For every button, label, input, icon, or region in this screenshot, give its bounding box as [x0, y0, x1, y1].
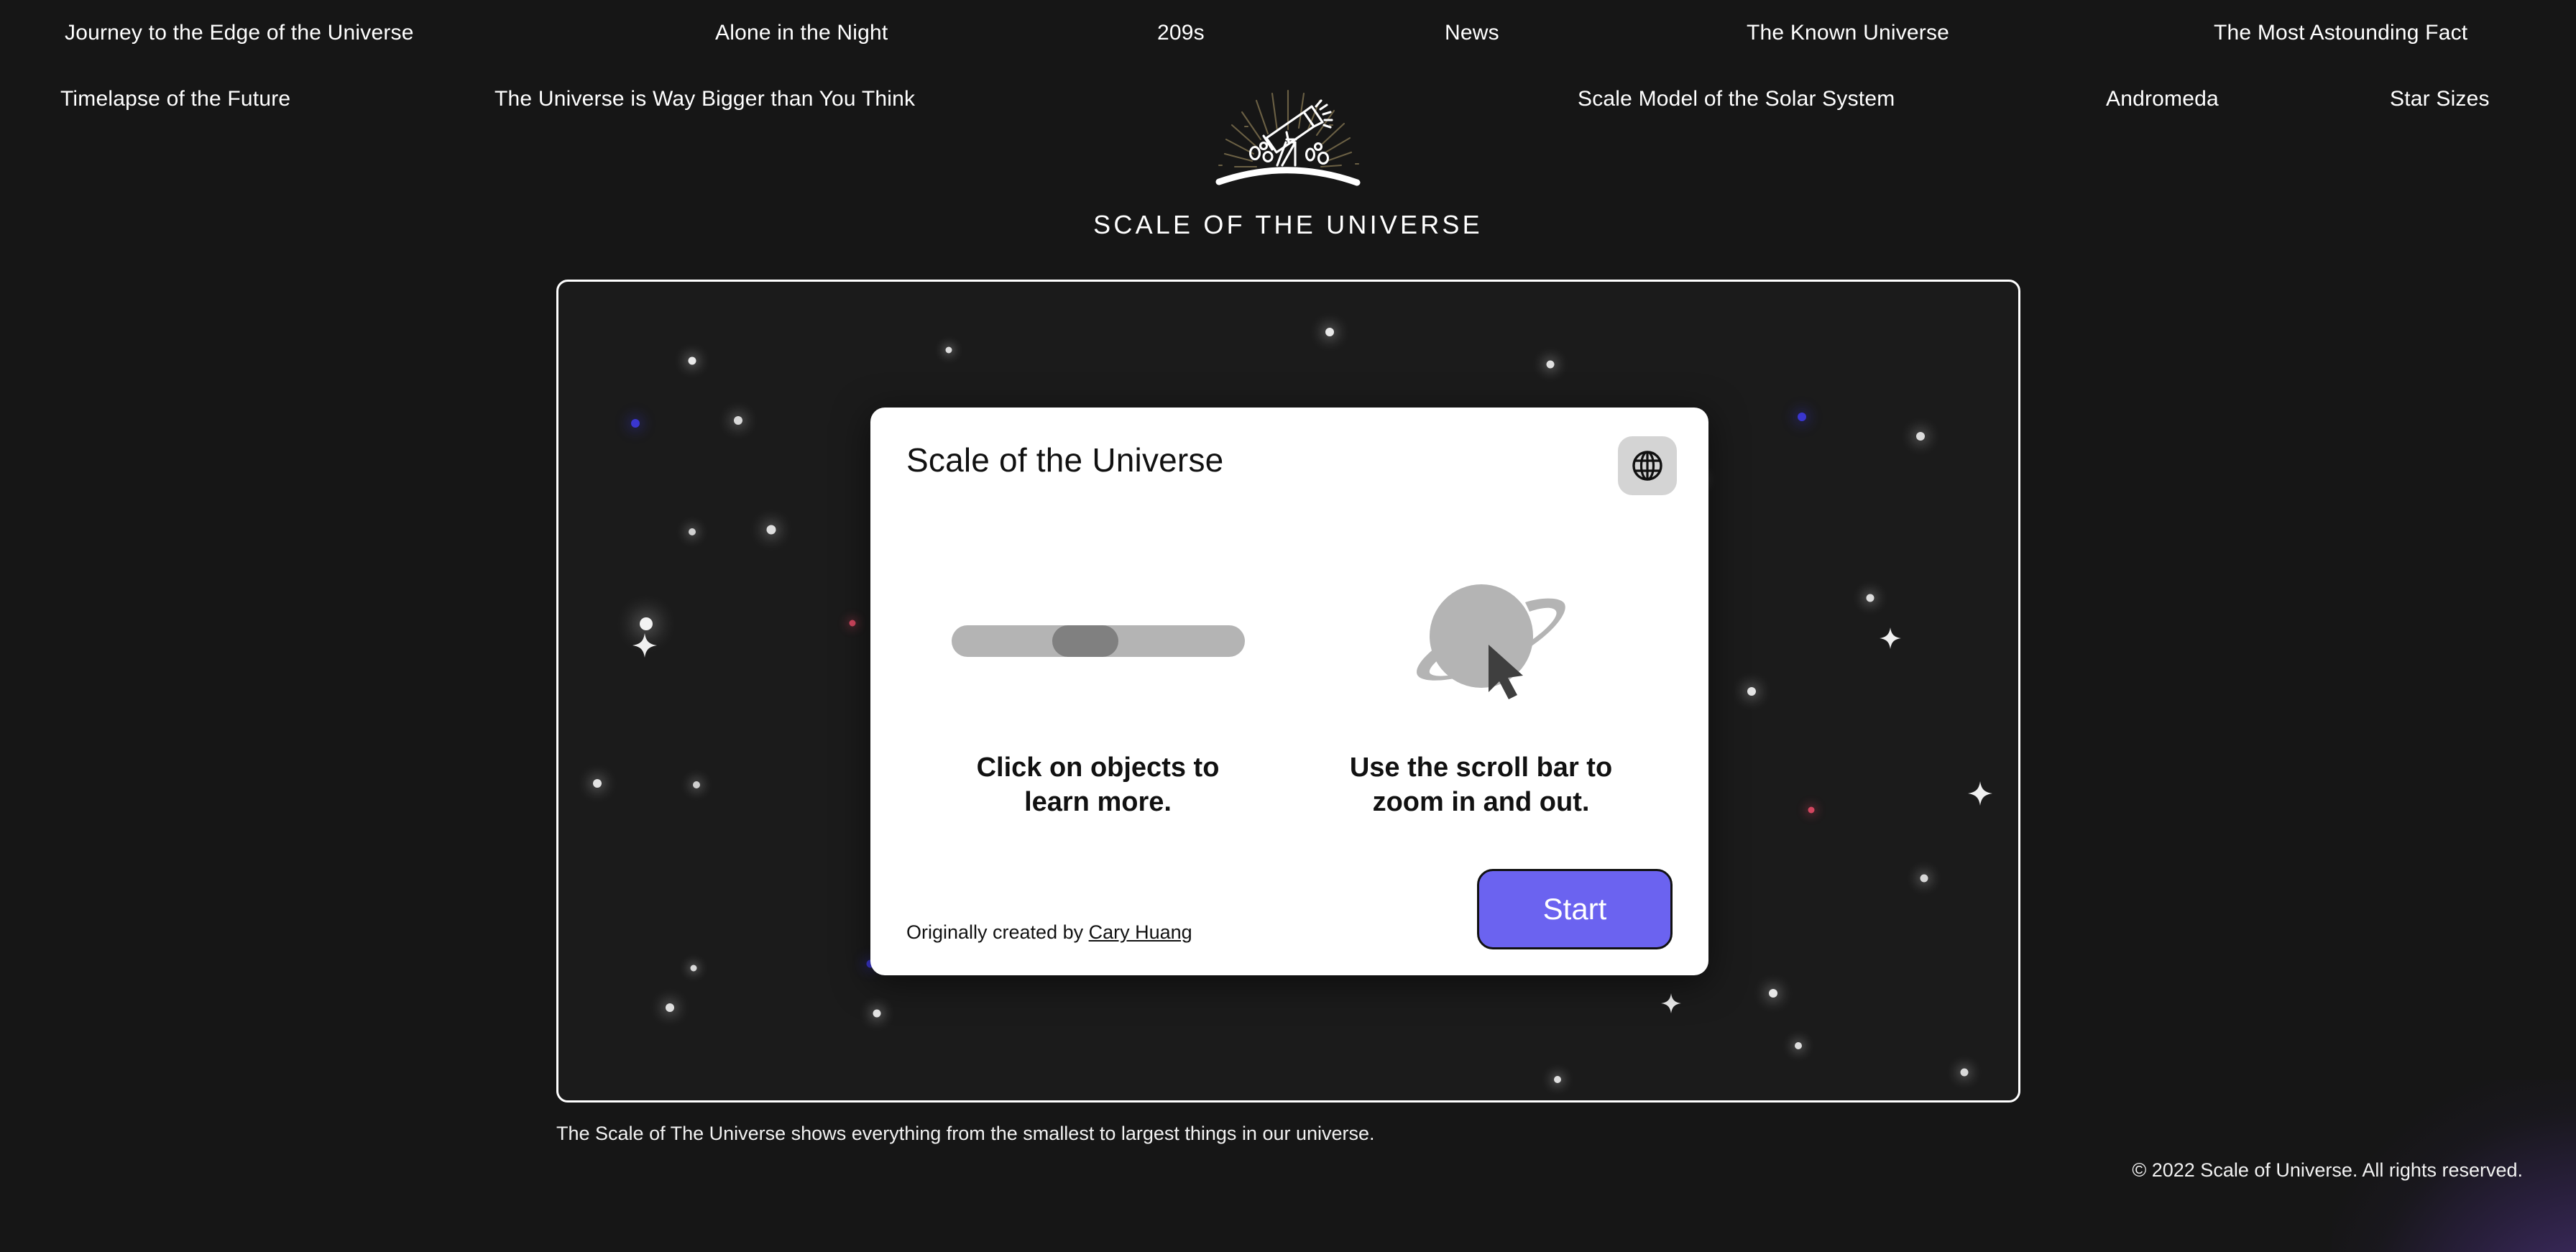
star-dot: [1769, 989, 1777, 998]
nav-link-news[interactable]: News: [1445, 21, 1499, 45]
star-dot: [1920, 874, 1928, 883]
star-dot: [945, 346, 952, 354]
star-dot: [1546, 360, 1555, 369]
credit-prefix: Originally created by: [906, 921, 1089, 943]
planet-cursor-icon: [1416, 584, 1565, 699]
modal-title: Scale of the Universe: [906, 441, 1224, 479]
star-dot: [1795, 1042, 1802, 1049]
language-button[interactable]: [1618, 436, 1677, 495]
star-sparkle: [1880, 627, 1901, 649]
star-dot: [1916, 432, 1925, 441]
star-dot: [1808, 806, 1815, 814]
star-dot: [666, 1003, 674, 1012]
star-dot: [1798, 413, 1806, 421]
modal-footer: Originally created by Cary Huang Start: [906, 869, 1673, 949]
star-dot: [690, 965, 697, 972]
star-dot: [734, 416, 742, 425]
feature-caption-zoom: Use the scroll bar to zoom in and out.: [1349, 752, 1613, 817]
feature-caption-click: Click on objects to learn more.: [976, 752, 1220, 817]
feature-art-scrollbar: [906, 551, 1289, 731]
nav-row-secondary: Timelapse of the Future The Universe is …: [0, 66, 2576, 132]
star-dot: [873, 1009, 881, 1018]
star-dot: [640, 617, 653, 630]
star-sparkle: [632, 633, 657, 658]
start-button[interactable]: Start: [1477, 869, 1673, 949]
star-dot: [849, 620, 856, 627]
nav-link-scale-model-of-the-solar-system[interactable]: Scale Model of the Solar System: [1578, 87, 1895, 111]
star-dot: [1866, 594, 1874, 602]
star-dot: [1325, 328, 1334, 336]
nav-link-star-sizes[interactable]: Star Sizes: [2390, 87, 2490, 111]
nav-link-the-universe-is-way-bigger-than-you-think[interactable]: The Universe is Way Bigger than You Thin…: [494, 87, 915, 111]
nav-link-the-most-astounding-fact[interactable]: The Most Astounding Fact: [2214, 21, 2467, 45]
feature-click-objects: Click on objects to learn more.: [906, 551, 1289, 820]
nav-row-primary: Journey to the Edge of the Universe Alon…: [0, 0, 2576, 66]
credit-link-cary-huang[interactable]: Cary Huang: [1089, 921, 1192, 943]
star-dot: [1960, 1068, 1969, 1077]
star-dot: [1554, 1076, 1561, 1083]
nav-link-andromeda[interactable]: Andromeda: [2106, 87, 2219, 111]
site-title: SCALE OF THE UNIVERSE: [1093, 210, 1483, 239]
star-dot: [688, 356, 696, 365]
scrollbar-thumb-icon: [1052, 625, 1118, 657]
intro-modal: Scale of the Universe Click on objects t…: [870, 408, 1708, 975]
globe-icon: [1632, 451, 1662, 481]
star-dot: [631, 419, 640, 428]
nav-link-alone-in-the-night[interactable]: Alone in the Night: [715, 21, 888, 45]
credit-line: Originally created by Cary Huang: [906, 921, 1192, 949]
star-sparkle: [1661, 993, 1681, 1013]
nav-link-the-known-universe[interactable]: The Known Universe: [1747, 21, 1949, 45]
star-dot: [693, 781, 700, 788]
star-dot: [766, 525, 776, 535]
star-sparkle: [1968, 781, 1992, 806]
page-blurb: The Scale of The Universe shows everythi…: [556, 1123, 1375, 1144]
feature-art-planet: [1289, 551, 1673, 731]
star-dot: [593, 779, 602, 788]
copyright-notice: © 2022 Scale of Universe. All rights res…: [2132, 1159, 2523, 1181]
feature-columns: Click on objects to learn more. Use the …: [906, 551, 1673, 820]
nav-link-timelapse-of-the-future[interactable]: Timelapse of the Future: [60, 87, 290, 111]
star-dot: [1747, 687, 1756, 696]
scrollbar-icon: [951, 625, 1245, 657]
nav-link-209s[interactable]: 209s: [1157, 21, 1205, 45]
top-navigation: Journey to the Edge of the Universe Alon…: [0, 0, 2576, 132]
nav-link-journey-to-the-edge-of-the-universe[interactable]: Journey to the Edge of the Universe: [65, 21, 414, 45]
feature-scroll-zoom: Use the scroll bar to zoom in and out.: [1289, 551, 1673, 820]
star-dot: [689, 528, 696, 535]
